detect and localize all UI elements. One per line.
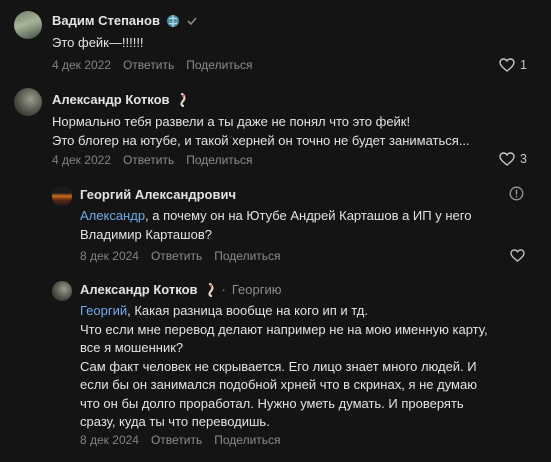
verified-check-icon [186, 15, 198, 27]
comment-date[interactable]: 8 дек 2024 [80, 433, 139, 447]
share-button[interactable]: Поделиться [186, 153, 252, 167]
comment-text: Георгий, Какая разница вообще на кого ип… [80, 303, 488, 429]
reply-button[interactable]: Ответить [151, 249, 202, 263]
heart-icon [510, 249, 525, 262]
heart-icon [499, 58, 515, 72]
globe-badge-icon [166, 14, 180, 28]
separator-dot: · [221, 282, 226, 297]
author-name[interactable]: Георгий Александрович [80, 187, 236, 202]
comment-date[interactable]: 4 дек 2022 [52, 153, 111, 167]
reply-to-label[interactable]: Георгию [232, 282, 282, 297]
comment-text: Нормально тебя развели а ты даже не поня… [52, 114, 470, 148]
comment-date[interactable]: 8 дек 2024 [80, 249, 139, 263]
avatar[interactable] [14, 88, 42, 116]
like-count: 1 [520, 58, 527, 72]
emoji-badge-icon [176, 92, 188, 107]
share-button[interactable]: Поделиться [214, 249, 280, 263]
reply-button[interactable]: Ответить [123, 58, 174, 72]
author-name[interactable]: Вадим Степанов [52, 13, 160, 28]
author-name[interactable]: Александр Котков [52, 92, 170, 107]
reply-button[interactable]: Ответить [151, 433, 202, 447]
mention-link[interactable]: Александр [80, 208, 145, 223]
share-button[interactable]: Поделиться [214, 433, 280, 447]
comment-text: Это фейк—!!!!!! [52, 35, 144, 50]
like-button[interactable]: 3 [499, 152, 527, 166]
reply-button[interactable]: Ответить [123, 153, 174, 167]
report-icon[interactable] [509, 186, 524, 201]
comment-date[interactable]: 4 дек 2022 [52, 58, 111, 72]
share-button[interactable]: Поделиться [186, 58, 252, 72]
like-count: 3 [520, 152, 527, 166]
like-button[interactable]: 1 [499, 58, 527, 72]
author-name[interactable]: Александр Котков [80, 282, 198, 297]
emoji-badge-icon [204, 282, 216, 297]
like-button[interactable] [510, 249, 525, 262]
comment-text: Александр, а почему он на Ютубе Андрей К… [80, 208, 472, 242]
avatar[interactable] [14, 11, 42, 39]
avatar[interactable] [52, 186, 72, 206]
mention-link[interactable]: Георгий [80, 303, 127, 318]
avatar[interactable] [52, 281, 72, 301]
heart-icon [499, 152, 515, 166]
